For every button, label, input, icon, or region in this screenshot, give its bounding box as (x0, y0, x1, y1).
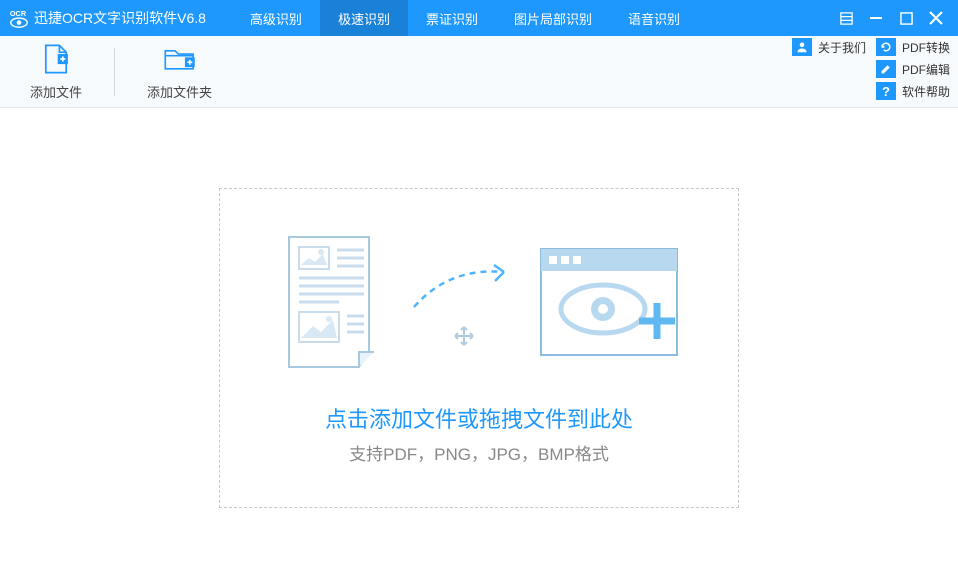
content-area: 点击添加文件或拖拽文件到此处 支持PDF，PNG，JPG，BMP格式 (0, 108, 958, 588)
pdf-convert-label: PDF转换 (896, 39, 956, 56)
tab-ticket[interactable]: 票证识别 (408, 0, 496, 36)
toolbar: 添加文件 添加文件夹 关于我们 PDF转换 (0, 36, 958, 108)
maximize-icon[interactable] (898, 10, 914, 26)
app-logo: OCR 迅捷OCR文字识别软件V6.8 (0, 7, 232, 29)
add-folder-button[interactable]: 添加文件夹 (137, 38, 222, 105)
person-icon (792, 38, 812, 56)
arrow-icon (409, 257, 519, 317)
question-icon: ? (876, 82, 896, 100)
drop-illustration (279, 232, 679, 372)
help-label: 软件帮助 (896, 83, 956, 100)
divider (114, 48, 115, 96)
window-controls (824, 0, 958, 36)
edit-icon (876, 60, 896, 78)
svg-text:OCR: OCR (10, 9, 27, 18)
pdf-convert-link[interactable]: PDF转换 (874, 36, 958, 58)
add-file-label: 添加文件 (30, 82, 82, 101)
minimize-icon[interactable] (868, 10, 884, 26)
tab-advanced[interactable]: 高级识别 (232, 0, 320, 36)
move-icon (453, 325, 475, 347)
refresh-icon (876, 38, 896, 56)
add-folder-label: 添加文件夹 (147, 82, 212, 101)
app-title: 迅捷OCR文字识别软件V6.8 (34, 8, 224, 28)
titlebar: OCR 迅捷OCR文字识别软件V6.8 高级识别 极速识别 票证识别 图片局部识… (0, 0, 958, 36)
document-icon (279, 232, 389, 372)
folder-add-icon (162, 42, 198, 76)
pdf-edit-label: PDF编辑 (896, 61, 956, 78)
dropzone-subtitle: 支持PDF，PNG，JPG，BMP格式 (349, 440, 609, 465)
dropzone-title: 点击添加文件或拖拽文件到此处 (325, 402, 633, 434)
about-link[interactable]: 关于我们 (790, 36, 874, 58)
preview-window-icon (539, 247, 679, 357)
tabs: 高级识别 极速识别 票证识别 图片局部识别 语音识别 (232, 0, 698, 36)
ocr-eye-icon: OCR (8, 7, 30, 29)
tab-partial[interactable]: 图片局部识别 (496, 0, 610, 36)
about-label: 关于我们 (812, 39, 872, 56)
tab-voice[interactable]: 语音识别 (610, 0, 698, 36)
help-link[interactable]: ? 软件帮助 (874, 80, 958, 102)
tab-fast[interactable]: 极速识别 (320, 0, 408, 36)
add-file-button[interactable]: 添加文件 (20, 38, 92, 105)
close-icon[interactable] (928, 10, 944, 26)
side-links: 关于我们 PDF转换 PDF编辑 ? 软件帮助 (790, 36, 958, 102)
file-add-icon (39, 42, 73, 76)
settings-icon[interactable] (838, 10, 854, 26)
dropzone[interactable]: 点击添加文件或拖拽文件到此处 支持PDF，PNG，JPG，BMP格式 (219, 188, 739, 508)
pdf-edit-link[interactable]: PDF编辑 (874, 58, 958, 80)
